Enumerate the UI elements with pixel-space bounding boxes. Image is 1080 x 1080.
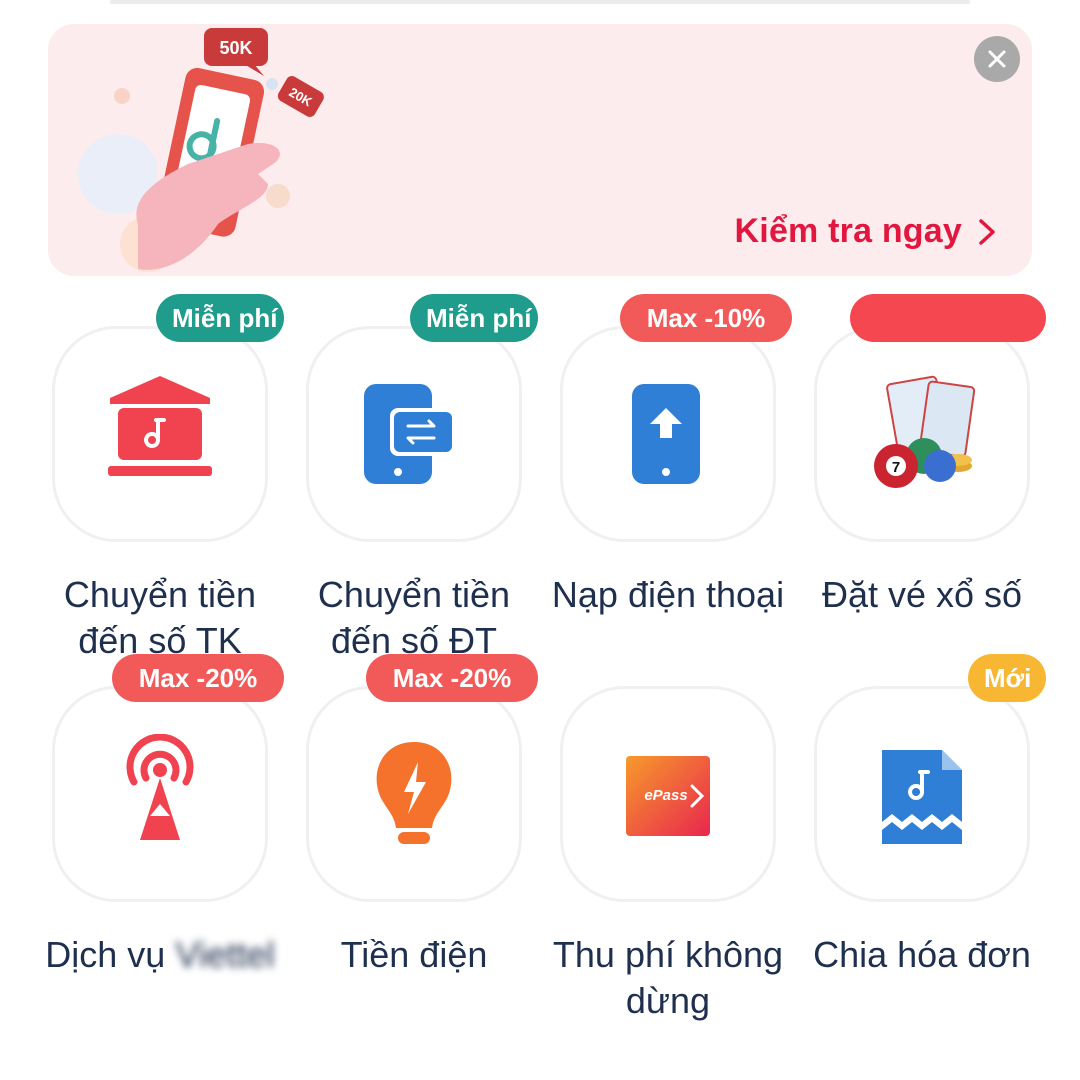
service-electricity[interactable]: Max -20% Tiền điện	[306, 654, 538, 975]
epass-icon: ePass	[608, 734, 728, 854]
antenna-icon	[100, 734, 220, 854]
service-label: Nạp điện thoại	[551, 574, 785, 615]
service-label: Chuyển tiền đến số ĐT	[317, 574, 511, 661]
discount-badge: Max -20%	[112, 654, 284, 702]
service-label: Thu phí không dừng	[552, 934, 784, 1021]
service-label: Chuyển tiền đến số TK	[63, 574, 257, 661]
phone-topup-icon	[608, 374, 728, 494]
service-phone-transfer[interactable]: Miễn phí Chuyển tiền đến số ĐT	[306, 294, 538, 661]
epass-text: ePass	[644, 787, 687, 804]
service-epass[interactable]: ePass Thu phí không dừng	[553, 686, 783, 1021]
free-badge: Miễn phí	[156, 294, 284, 342]
service-label: Đặt vé xổ số	[821, 574, 1023, 615]
service-label: Chia hóa đơn	[813, 934, 1031, 975]
check-now-label: Kiểm tra ngay	[734, 212, 962, 250]
lottery-icon: 7	[862, 374, 982, 494]
lightbulb-icon	[354, 734, 474, 854]
service-label-blurred: Viettel	[175, 934, 275, 975]
bubble-50k: 50K	[219, 38, 252, 58]
chevron-right-icon	[979, 218, 995, 245]
promo-illustration: 50K 20K	[68, 24, 348, 276]
check-now-link[interactable]: Kiểm tra ngay	[735, 212, 998, 251]
promo-banner[interactable]: 50K 20K Kiểm tra ngay	[48, 24, 1032, 276]
service-phone-topup[interactable]: Max -10% Nạp điện thoại	[552, 294, 792, 615]
discount-badge: Max -20%	[366, 654, 538, 702]
phone-transfer-icon	[354, 374, 474, 494]
svg-text:7: 7	[892, 459, 900, 476]
service-lottery[interactable]: 7 Đặt vé xổ số	[814, 294, 1046, 615]
service-label: Tiền điện	[340, 934, 488, 975]
service-split-bill[interactable]: Mới Chia hóa đơn	[813, 654, 1046, 975]
service-bank-transfer[interactable]: Miễn phí Chuyển tiền đến số TK	[52, 294, 284, 661]
bank-icon	[100, 374, 220, 494]
hidden-badge	[850, 294, 1046, 342]
free-badge: Miễn phí	[410, 294, 538, 342]
service-label-prefix: Dịch vụ	[45, 934, 166, 975]
top-divider	[110, 0, 970, 4]
service-label: Dịch vụ Viettel	[32, 932, 288, 978]
close-banner-button[interactable]	[974, 36, 1020, 82]
service-telecom[interactable]: Max -20% Dịch vụ Viettel	[45, 654, 284, 975]
discount-badge: Max -10%	[620, 294, 792, 342]
split-bill-icon	[862, 734, 982, 854]
close-icon	[988, 50, 1006, 68]
new-badge: Mới	[968, 654, 1046, 702]
